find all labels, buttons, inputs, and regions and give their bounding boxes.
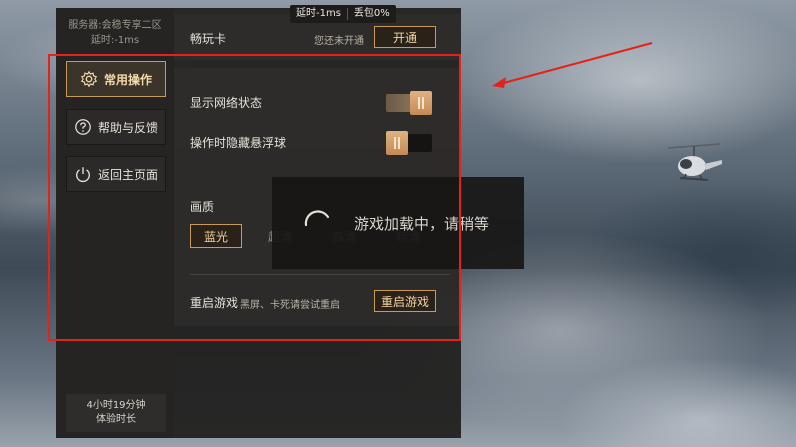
server-info: 服务器:会稳专享二区 延时:-1ms (56, 18, 174, 48)
annotation-highlight-box (48, 54, 461, 341)
helicopter-image (667, 143, 722, 181)
trial-label: 体验时长 (96, 414, 136, 425)
latency-readout: 延时-1ms (296, 8, 341, 19)
packet-loss-readout: 丢包0% (353, 8, 390, 19)
play-card-title: 畅玩卡 (190, 32, 227, 46)
play-card-status: 您还未开通 (314, 36, 364, 47)
trial-time: 4小时19分钟 (86, 400, 146, 411)
trial-duration: 4小时19分钟 体验时长 (66, 394, 166, 432)
activate-button[interactable]: 开通 (374, 26, 436, 48)
network-status-bar: 延时-1ms 丢包0% (290, 5, 396, 23)
server-name: 服务器:会稳专享二区 (68, 20, 162, 31)
server-latency: 延时:-1ms (90, 35, 140, 46)
